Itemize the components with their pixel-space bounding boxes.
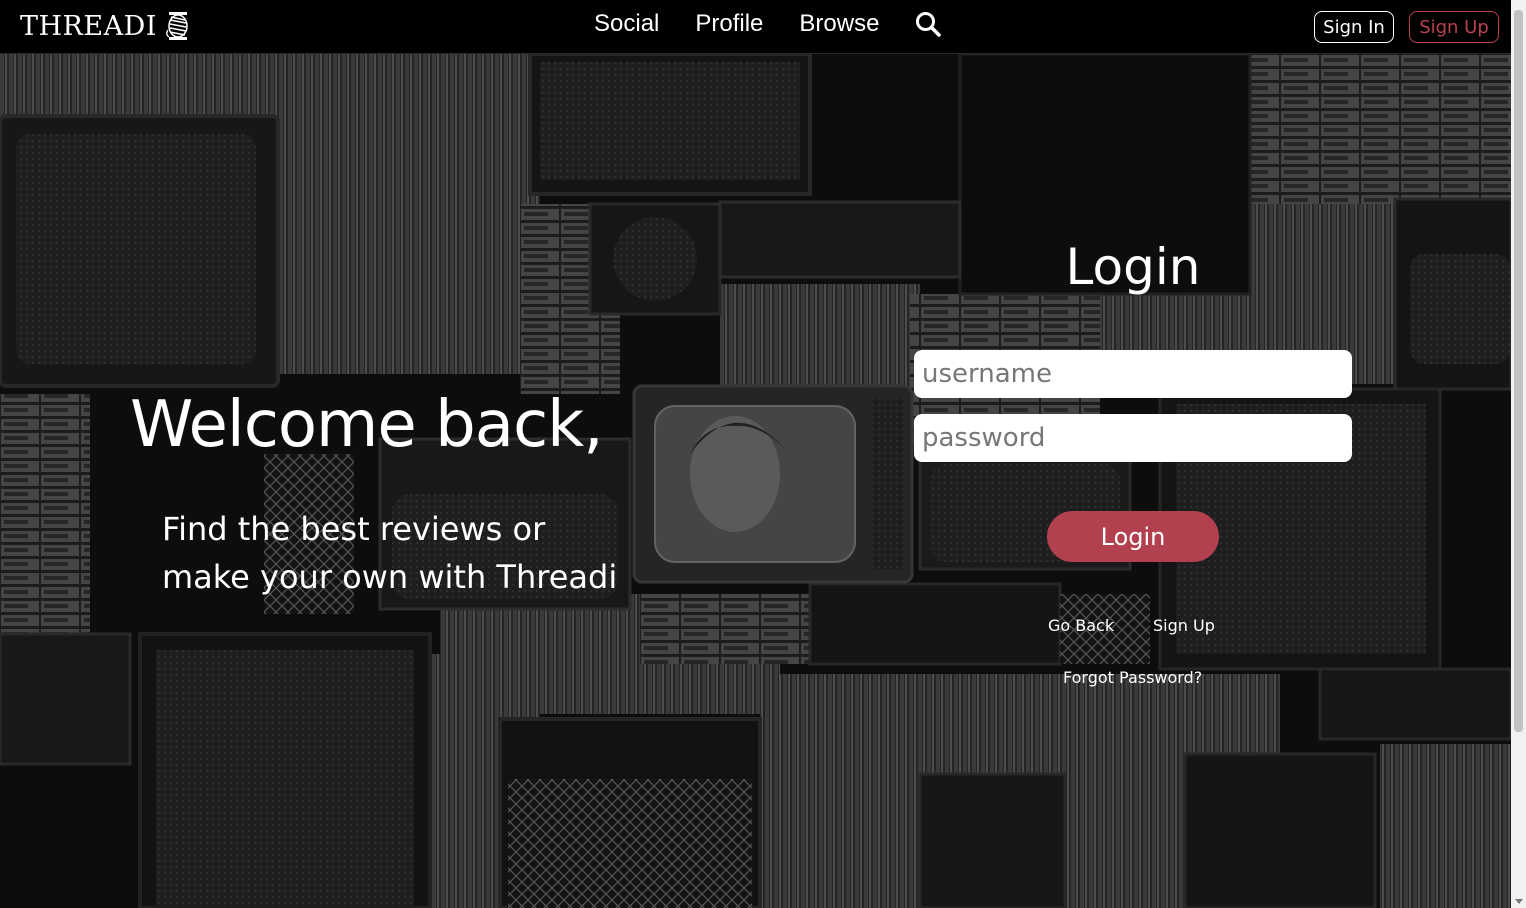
brand-name: THREADI [20, 10, 157, 42]
scroll-down-arrow-icon[interactable] [1515, 899, 1523, 904]
username-input[interactable] [914, 350, 1352, 398]
nav-browse[interactable]: Browse [799, 10, 879, 38]
sign-up-button[interactable]: Sign Up [1409, 11, 1499, 43]
scrollbar-thumb[interactable] [1514, 10, 1523, 732]
sign-in-button[interactable]: Sign In [1314, 11, 1394, 43]
forgot-password-link[interactable]: Forgot Password? [1063, 668, 1202, 687]
welcome-heading: Welcome back, [130, 388, 604, 462]
main-nav: Social Profile Browse [594, 10, 942, 38]
password-input[interactable] [914, 414, 1352, 462]
search-icon[interactable] [915, 11, 942, 37]
nav-social[interactable]: Social [594, 10, 659, 38]
thread-spool-icon [165, 10, 191, 42]
hero-section: Welcome back, Find the best reviews or m… [0, 54, 1511, 908]
vertical-scrollbar[interactable] [1511, 0, 1526, 908]
go-back-link[interactable]: Go Back [1048, 616, 1114, 635]
background-amp-wall-image [0, 54, 1511, 908]
login-title: Login [1065, 238, 1201, 296]
top-navbar: THREADI Social Profile Browse Sign In Si… [0, 0, 1511, 54]
brand-logo-link[interactable]: THREADI [20, 10, 191, 42]
hero-tagline: Find the best reviews or make your own w… [162, 510, 618, 596]
nav-profile[interactable]: Profile [695, 10, 763, 38]
sign-up-link[interactable]: Sign Up [1153, 616, 1215, 635]
login-button[interactable]: Login [1047, 511, 1219, 562]
